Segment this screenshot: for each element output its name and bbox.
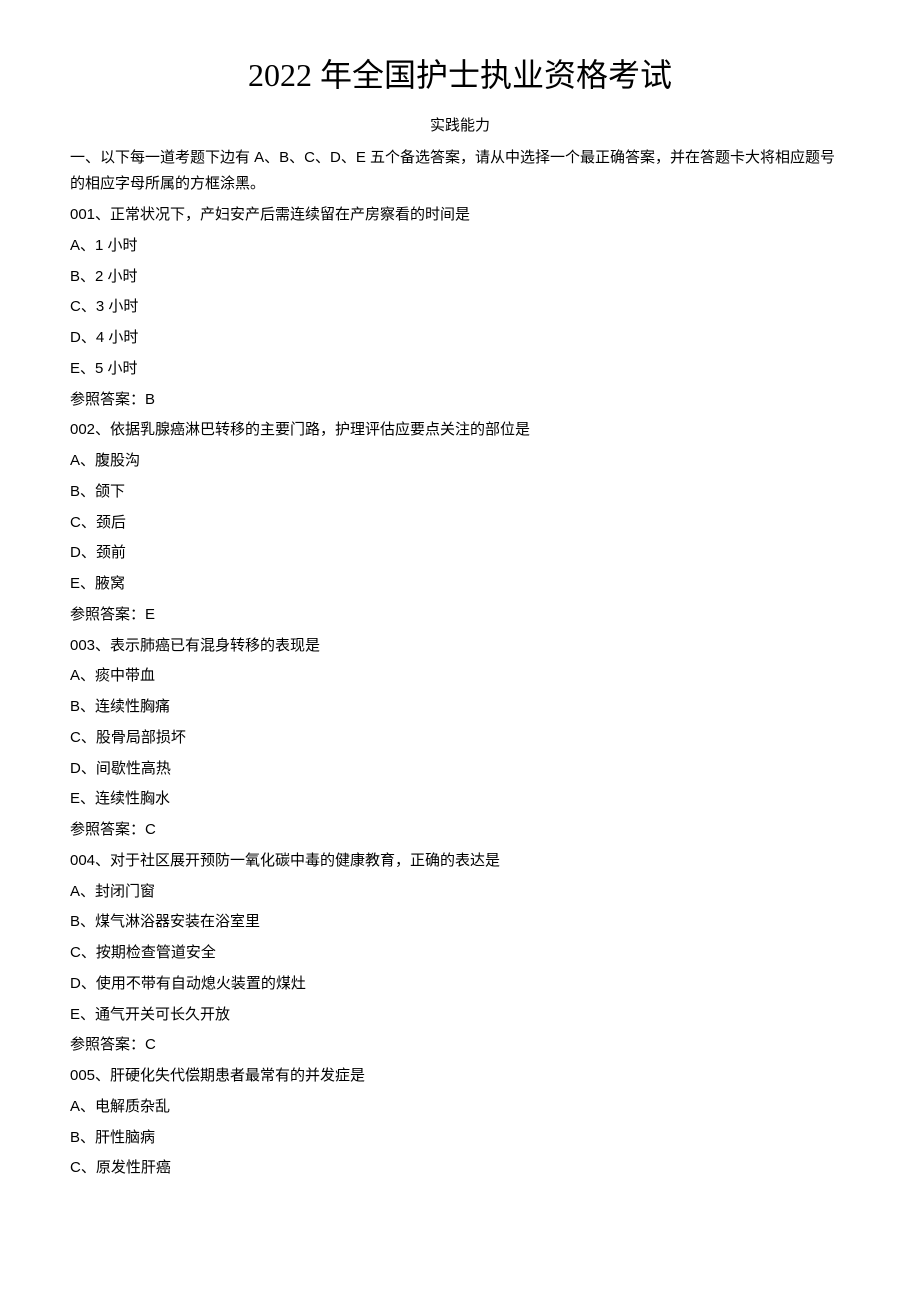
question-option: B、煤气淋浴器安装在浴室里: [70, 907, 850, 938]
question-stem: 005、肝硬化失代偿期患者最常有的并发症是: [70, 1061, 850, 1092]
question-option: C、原发性肝癌: [70, 1153, 850, 1184]
question-option: B、2 小时: [70, 262, 850, 293]
question-option: E、腋窝: [70, 569, 850, 600]
page-title: 2022 年全国护士执业资格考试: [70, 50, 850, 96]
question-option: B、肝性脑病: [70, 1123, 850, 1154]
question-answer: 参照答案：C: [70, 815, 850, 846]
question-answer: 参照答案：E: [70, 600, 850, 631]
page-subtitle: 实践能力: [70, 114, 850, 135]
instruction-text: 一、以下每一道考题下边有 A、B、C、D、E 五个备选答案，请从中选择一个最正确…: [70, 145, 850, 196]
question-option: B、颌下: [70, 477, 850, 508]
question-option: D、使用不带有自动熄火装置的煤灶: [70, 969, 850, 1000]
question-answer: 参照答案：B: [70, 385, 850, 416]
question-option: E、通气开关可长久开放: [70, 1000, 850, 1031]
question-option: A、痰中带血: [70, 661, 850, 692]
question-option: A、腹股沟: [70, 446, 850, 477]
question-option: C、按期检查管道安全: [70, 938, 850, 969]
question-stem: 002、依据乳腺癌淋巴转移的主要门路，护理评估应要点关注的部位是: [70, 415, 850, 446]
question-option: A、1 小时: [70, 231, 850, 262]
question-option: C、股骨局部损坏: [70, 723, 850, 754]
question-option: B、连续性胸痛: [70, 692, 850, 723]
question-option: D、颈前: [70, 538, 850, 569]
question-option: E、连续性胸水: [70, 784, 850, 815]
question-option: A、封闭门窗: [70, 877, 850, 908]
question-option: D、4 小时: [70, 323, 850, 354]
question-stem: 001、正常状况下，产妇安产后需连续留在产房察看的时间是: [70, 200, 850, 231]
question-stem: 004、对于社区展开预防一氧化碳中毒的健康教育，正确的表达是: [70, 846, 850, 877]
question-option: C、颈后: [70, 508, 850, 539]
question-option: E、5 小时: [70, 354, 850, 385]
question-stem: 003、表示肺癌已有混身转移的表现是: [70, 631, 850, 662]
question-answer: 参照答案：C: [70, 1030, 850, 1061]
question-option: D、间歇性高热: [70, 754, 850, 785]
question-option: C、3 小时: [70, 292, 850, 323]
question-option: A、电解质杂乱: [70, 1092, 850, 1123]
